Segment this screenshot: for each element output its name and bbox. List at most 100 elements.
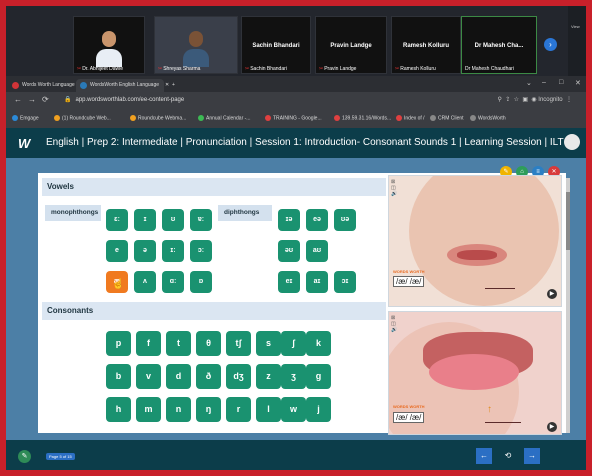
phoneme-key[interactable]: m: [136, 397, 161, 422]
phoneme-key[interactable]: g: [306, 364, 331, 389]
phoneme-key[interactable]: ʃ: [281, 331, 306, 356]
airflow-arrow-icon: ↑: [487, 404, 492, 415]
site-favicon-icon: [80, 82, 87, 89]
phoneme-key[interactable]: k: [306, 331, 331, 356]
phoneme-key[interactable]: h: [106, 397, 131, 422]
previous-page-button[interactable]: ←: [476, 448, 492, 464]
phoneme-key[interactable]: ɑː: [162, 271, 184, 293]
marker-line: [485, 422, 521, 423]
share-icon[interactable]: ⇪: [505, 97, 510, 103]
phoneme-key[interactable]: ʊə: [334, 209, 356, 231]
user-avatar[interactable]: [564, 134, 580, 150]
phoneme-key[interactable]: p: [106, 331, 131, 356]
phoneme-key[interactable]: w: [281, 397, 306, 422]
phoneme-key[interactable]: eə: [306, 209, 328, 231]
extension-icon[interactable]: ⚲: [498, 97, 502, 103]
scrollbar-thumb[interactable]: [566, 192, 570, 250]
phoneme-key[interactable]: θ: [196, 331, 221, 356]
tab-english-language[interactable]: WordsWorth English Language ✕: [76, 79, 169, 92]
bookmark-item[interactable]: Index of /: [396, 115, 425, 121]
forward-icon[interactable]: →: [28, 95, 36, 104]
phoneme-key[interactable]: ŋ: [196, 397, 221, 422]
phoneme-key[interactable]: ɪə: [278, 209, 300, 231]
participant-tile[interactable]: ✂Dr. Abhijeet Dawle: [73, 16, 145, 74]
sidebar-icon[interactable]: ▣: [522, 97, 528, 103]
participant-tile[interactable]: Dr Mahesh Cha... Dr Mahesh Chaudhari: [461, 16, 537, 74]
phoneme-key[interactable]: n: [166, 397, 191, 422]
phoneme-key[interactable]: v: [136, 364, 161, 389]
panel-tools: ⊠ ◫ 🔊: [391, 179, 398, 197]
phoneme-key[interactable]: əʊ: [278, 240, 300, 262]
phoneme-key[interactable]: ɪː: [162, 240, 184, 262]
play-icon[interactable]: ▶: [547, 289, 557, 299]
phoneme-key[interactable]: e: [106, 240, 128, 262]
speaker-icon[interactable]: 🔊: [391, 191, 397, 197]
phoneme-key[interactable]: dʒ: [226, 364, 251, 389]
phoneme-key[interactable]: f: [136, 331, 161, 356]
minimize-icon[interactable]: –: [542, 79, 546, 86]
bookmark-item[interactable]: Roundcube Webma...: [130, 115, 186, 121]
participant-tile[interactable]: Sachin Bhandari ✂Sachin Bhandari: [241, 16, 311, 74]
participant-tile[interactable]: Pravin Landge ✂Pravin Landge: [315, 16, 387, 74]
bookmark-item[interactable]: Annual Calendar -...: [198, 115, 250, 121]
menu-kebab-icon[interactable]: ⋮: [566, 97, 572, 103]
bookmark-item[interactable]: Emgage: [12, 115, 39, 121]
wordsworth-logo: W: [18, 136, 31, 151]
phoneme-key[interactable]: l: [256, 397, 281, 422]
phoneme-key[interactable]: j: [306, 397, 331, 422]
phoneme-key[interactable]: d: [166, 364, 191, 389]
bookmark-item[interactable]: TRAINING - Google...: [265, 115, 322, 121]
phoneme-key[interactable]: ʌ: [134, 271, 156, 293]
bookmark-icon: [198, 115, 204, 121]
play-icon[interactable]: ▶: [547, 422, 557, 432]
speaker-icon[interactable]: 🔊: [391, 327, 397, 333]
reload-icon[interactable]: ⟳: [42, 95, 49, 104]
participant-center-name: Pravin Landge: [330, 43, 372, 49]
tab-search-icon[interactable]: ⌄: [526, 79, 532, 87]
back-icon[interactable]: ←: [14, 95, 22, 104]
phoneme-key[interactable]: ɔː: [190, 240, 212, 262]
maximize-icon[interactable]: □: [559, 79, 563, 86]
vowels-heading: Vowels: [42, 178, 386, 196]
phoneme-key[interactable]: ʊ: [162, 209, 184, 231]
participant-tile[interactable]: ✂Shreyas Sharma: [154, 16, 238, 74]
phoneme-key[interactable]: ɛː: [106, 209, 128, 231]
phoneme-key[interactable]: b: [106, 364, 131, 389]
address-bar[interactable]: 🔒 app.wordsworthlab.com/ee-content-page: [64, 96, 184, 103]
phoneme-key[interactable]: t: [166, 331, 191, 356]
edit-icon[interactable]: ✎: [18, 450, 31, 463]
phoneme-key[interactable]: ə: [134, 240, 156, 262]
bookmark-item[interactable]: WordsWorth: [470, 115, 506, 121]
phoneme-key[interactable]: ɪ: [134, 209, 156, 231]
phoneme-key[interactable]: ð: [196, 364, 221, 389]
view-panel[interactable]: View: [568, 6, 586, 76]
consonants-heading: Consonants: [42, 302, 386, 320]
phoneme-key[interactable]: aɪ: [306, 271, 328, 293]
phoneme-key[interactable]: s: [256, 331, 281, 356]
phoneme-key[interactable]: ɒ: [190, 271, 212, 293]
new-tab-button[interactable]: +: [168, 79, 182, 92]
view-label: View: [571, 24, 580, 29]
bookmark-item[interactable]: 139.59.31.16/Words...: [334, 115, 391, 121]
next-participants-button[interactable]: ›: [544, 38, 557, 51]
participant-tile[interactable]: Ramesh Kolluru ✂Ramesh Kolluru: [391, 16, 461, 74]
phoneme-key[interactable]: ʒ: [281, 364, 306, 389]
phoneme-key[interactable]: r: [226, 397, 251, 422]
tab-language-lab[interactable]: Words Worth Language Lab: [8, 79, 84, 92]
phoneme-key[interactable]: eɪ: [278, 271, 300, 293]
incognito-icon[interactable]: ◉: [531, 97, 536, 103]
phoneme-key[interactable]: tʃ: [226, 331, 251, 356]
next-page-button[interactable]: →: [524, 448, 540, 464]
phoneme-key[interactable]: ɐː: [190, 209, 212, 231]
restore-button[interactable]: ⟲: [500, 448, 516, 464]
participant-video: [96, 31, 122, 67]
tab-bar: Words Worth Language Lab WordsWorth Engl…: [6, 76, 586, 92]
bookmark-item[interactable]: CRM Client: [430, 115, 464, 121]
bookmark-icon: [130, 115, 136, 121]
bookmark-item[interactable]: (1) Roundcube Web...: [54, 115, 111, 121]
phoneme-key[interactable]: z: [256, 364, 281, 389]
phoneme-key[interactable]: ɔɪ: [334, 271, 356, 293]
phoneme-key[interactable]: aʊ: [306, 240, 328, 262]
bookmark-star-icon[interactable]: ☆: [514, 97, 519, 103]
close-window-icon[interactable]: ✕: [575, 79, 581, 87]
